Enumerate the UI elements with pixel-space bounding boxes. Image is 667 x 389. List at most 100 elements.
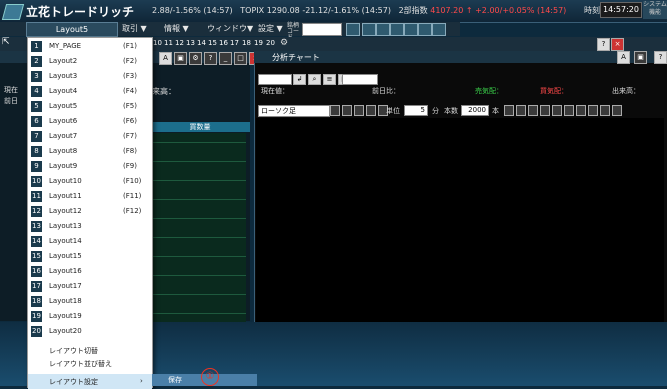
left-current-label: 現在 xyxy=(4,86,18,94)
layout-item-14[interactable]: 14 Layout14 xyxy=(28,234,152,249)
toolbar-icon-4[interactable] xyxy=(390,23,404,36)
count-label: 本数 xyxy=(444,107,458,115)
gear-icon[interactable]: ⚙ xyxy=(280,38,288,48)
layout-item-13[interactable]: 13 Layout13 xyxy=(28,219,152,234)
tab-14[interactable]: 14 xyxy=(197,39,206,47)
chart-option-icon[interactable] xyxy=(528,105,538,116)
menu-trade[interactable]: 取引 ▼ xyxy=(122,23,147,34)
toolbar-icon-2[interactable] xyxy=(362,23,376,36)
panel-a-button[interactable]: A xyxy=(159,52,172,65)
layout-item-7[interactable]: 7 Layout7 (F7) xyxy=(28,129,152,144)
tab-20[interactable]: 20 xyxy=(266,39,275,47)
list-icon[interactable]: ≡ xyxy=(323,74,336,85)
maximize-icon[interactable]: □ xyxy=(234,52,247,65)
close-icon[interactable]: × xyxy=(611,38,624,51)
chart-option-icon[interactable] xyxy=(552,105,562,116)
chart-symbol-select[interactable] xyxy=(258,74,292,85)
collapse-icon[interactable]: ⇱ xyxy=(2,37,16,50)
tab-12[interactable]: 12 xyxy=(175,39,184,47)
layout-settings-item[interactable]: レイアウト設定 › xyxy=(28,374,152,389)
layout-number-badge: 11 xyxy=(31,191,42,202)
unit-suffix: 分 xyxy=(432,107,439,115)
layout-item-6[interactable]: 6 Layout6 (F6) xyxy=(28,114,152,129)
layout-item-8[interactable]: 8 Layout8 (F8) xyxy=(28,144,152,159)
layout-item-5[interactable]: 5 Layout5 (F5) xyxy=(28,99,152,114)
layout-item-15[interactable]: 15 Layout15 xyxy=(28,249,152,264)
help-icon[interactable]: ? xyxy=(597,38,610,51)
chart-period-select[interactable] xyxy=(342,74,378,85)
layout-reorder-item[interactable]: レイアウト並び替え xyxy=(28,356,152,371)
count-input[interactable]: 2000 xyxy=(461,105,489,116)
layout-name: Layout10 xyxy=(49,177,82,185)
settings-icon[interactable]: ⚙ xyxy=(189,52,202,65)
chart-tool-icon[interactable] xyxy=(342,105,352,116)
layout-item-9[interactable]: 9 Layout9 (F9) xyxy=(28,159,152,174)
menu-info[interactable]: 情報 ▼ xyxy=(164,23,189,34)
chart-tool-icon[interactable] xyxy=(366,105,376,116)
layout-item-16[interactable]: 16 Layout16 xyxy=(28,264,152,279)
layout-item-3[interactable]: 3 Layout3 (F3) xyxy=(28,69,152,84)
panel-icon-button[interactable]: ▣ xyxy=(634,51,647,64)
layout-item-10[interactable]: 10 Layout10 (F10) xyxy=(28,174,152,189)
toolbar-icon-1[interactable] xyxy=(346,23,360,36)
search-icon[interactable]: ⌕ xyxy=(308,74,321,85)
clock-label: 時刻 xyxy=(584,6,600,15)
layout-item-19[interactable]: 19 Layout19 xyxy=(28,309,152,324)
chart-option-icon[interactable] xyxy=(612,105,622,116)
toolbar-icon-6[interactable] xyxy=(418,23,432,36)
panel-a-button[interactable]: A xyxy=(617,51,630,64)
menu-window[interactable]: ウィンドウ▼ xyxy=(207,23,253,34)
toolbar-icon-3[interactable] xyxy=(376,23,390,36)
layout-shortcut: (F1) xyxy=(123,42,137,50)
help-icon[interactable]: ? xyxy=(654,51,667,64)
save-menu-item[interactable]: 保存 xyxy=(168,375,182,385)
tab-18[interactable]: 18 xyxy=(242,39,251,47)
topix-change: -21.12/-1.61% (14:57) xyxy=(302,6,391,15)
unit-input[interactable]: 5 xyxy=(404,105,428,116)
chart-option-icon[interactable] xyxy=(576,105,586,116)
chart-type-select[interactable]: ローソク足 xyxy=(258,105,330,117)
table-row xyxy=(150,285,246,295)
minimize-icon[interactable]: _ xyxy=(219,52,232,65)
help-icon[interactable]: ? xyxy=(204,52,217,65)
layout-item-12[interactable]: 12 Layout12 (F12) xyxy=(28,204,152,219)
tab-17[interactable]: 17 xyxy=(230,39,239,47)
layout-item-11[interactable]: 11 Layout11 (F11) xyxy=(28,189,152,204)
menu-settings[interactable]: 設定 ▼ xyxy=(258,23,283,34)
nikkei-change: 2.88/-1.56% (14:57) xyxy=(152,6,233,15)
table-row xyxy=(150,199,246,210)
chart-option-icon[interactable] xyxy=(588,105,598,116)
tab-19[interactable]: 19 xyxy=(254,39,263,47)
layout-item-17[interactable]: 17 Layout17 xyxy=(28,279,152,294)
tab-16[interactable]: 16 xyxy=(219,39,228,47)
layout-name: Layout3 xyxy=(49,72,78,80)
layout-item-4[interactable]: 4 Layout4 (F4) xyxy=(28,84,152,99)
chart-canvas[interactable] xyxy=(256,118,664,328)
annotation-marker: ① xyxy=(201,368,219,386)
layout-item-2[interactable]: 2 Layout2 (F2) xyxy=(28,54,152,69)
tab-10[interactable]: 10 xyxy=(153,39,162,47)
toolbar-icon-7[interactable] xyxy=(432,23,446,36)
chart-option-icon[interactable] xyxy=(540,105,550,116)
chart-option-icon[interactable] xyxy=(564,105,574,116)
tab-15[interactable]: 15 xyxy=(208,39,217,47)
layout-item-18[interactable]: 18 Layout18 xyxy=(28,294,152,309)
layout-shortcut: (F9) xyxy=(123,162,137,170)
layout-number-badge: 18 xyxy=(31,296,42,307)
system-function-button[interactable]: システム 機能 xyxy=(643,1,667,19)
chart-tool-icon[interactable] xyxy=(330,105,340,116)
chart-option-icon[interactable] xyxy=(516,105,526,116)
layout-item-1[interactable]: 1 MY_PAGE (F1) xyxy=(28,39,152,54)
chart-option-icon[interactable] xyxy=(504,105,514,116)
layout-name: Layout20 xyxy=(49,327,82,335)
refresh-icon[interactable]: ↲ xyxy=(293,74,306,85)
chart-option-icon[interactable] xyxy=(600,105,610,116)
tab-13[interactable]: 13 xyxy=(186,39,195,47)
layout-selector[interactable]: Layout5 xyxy=(26,22,118,37)
code-input[interactable] xyxy=(302,23,342,36)
layout-item-20[interactable]: 20 Layout20 xyxy=(28,324,152,339)
tab-11[interactable]: 11 xyxy=(164,39,173,47)
chart-tool-icon[interactable] xyxy=(354,105,364,116)
toolbar-icon-5[interactable] xyxy=(404,23,418,36)
panel-icon-button[interactable]: ▣ xyxy=(174,52,187,65)
